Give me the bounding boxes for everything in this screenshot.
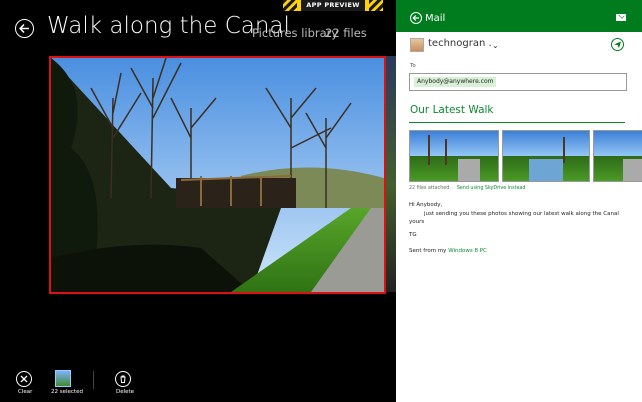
clear-button[interactable] (16, 371, 32, 387)
from-account[interactable]: technogran . (428, 38, 492, 49)
next-photo-peek[interactable] (386, 56, 396, 292)
app-preview-label: APP PREVIEW (301, 0, 365, 11)
chevron-down-icon[interactable]: ⌄ (492, 41, 499, 50)
attachment-thumbnail[interactable] (593, 130, 642, 182)
sent-from-prefix: Sent from my (409, 248, 449, 254)
attachment-thumbnail[interactable] (409, 130, 499, 182)
to-label: To (410, 63, 416, 69)
back-button[interactable] (15, 19, 34, 38)
skydrive-link[interactable]: Send using SkyDrive instead (457, 186, 526, 191)
delete-button[interactable] (115, 371, 131, 387)
mail-share-pane: Mail technogran . ⌄ To Anybody@anywhere.… (396, 0, 642, 402)
avatar (410, 38, 424, 52)
body-closing[interactable]: yours (409, 219, 424, 225)
back-arrow-icon (19, 23, 29, 34)
file-count: 22 files (325, 26, 367, 40)
mail-icon (616, 14, 626, 21)
to-field[interactable]: Anybody@anywhere.com (409, 73, 627, 91)
photos-app: APP PREVIEW Walk along the Canal Picture… (0, 0, 396, 402)
sent-from-line: Sent from my Windows 8 PC (409, 248, 487, 254)
delete-label: Delete (116, 389, 135, 395)
attachment-thumbnail[interactable] (502, 130, 590, 182)
windows-link[interactable]: Windows 8 PC (448, 248, 487, 254)
appbar-divider (93, 371, 94, 389)
delete-icon (120, 375, 126, 383)
attachment-info: 22 files attached Send using SkyDrive in… (409, 186, 525, 191)
clear-icon (20, 375, 28, 383)
canal-photo-image (51, 58, 384, 292)
send-icon (614, 41, 621, 48)
body-signature[interactable]: TG (409, 232, 417, 238)
recipient-chip[interactable]: Anybody@anywhere.com (414, 77, 497, 87)
subject-field[interactable]: Our Latest Walk (410, 104, 494, 116)
mail-back-button[interactable] (410, 12, 422, 24)
subject-underline (409, 122, 625, 123)
body-greeting[interactable]: Hi Anybody, (409, 202, 442, 208)
selected-count-label: 22 selected (51, 389, 83, 395)
mail-title: Mail (425, 13, 446, 24)
selected-photo[interactable] (49, 56, 386, 294)
clear-label: Clear (18, 389, 33, 395)
attachment-count: 22 files attached (409, 186, 450, 191)
send-button[interactable] (611, 38, 624, 51)
selection-thumbnail[interactable] (55, 370, 71, 387)
mail-header: Mail (396, 0, 642, 32)
back-arrow-icon (412, 15, 419, 21)
body-line[interactable]: just sending you these photos showing ou… (424, 211, 619, 217)
app-preview-badge: APP PREVIEW (283, 0, 383, 11)
